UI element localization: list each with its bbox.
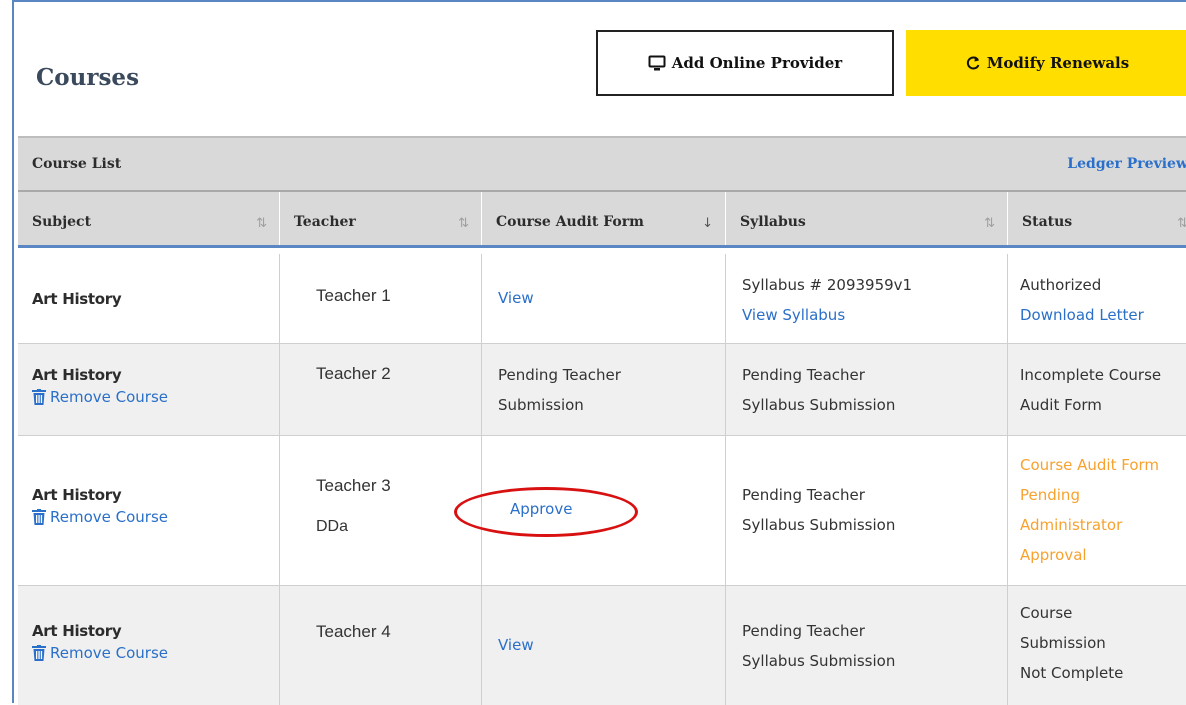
modify-renewals-label: Modify Renewals bbox=[986, 54, 1130, 72]
status-text-3: Administrator bbox=[1020, 516, 1123, 534]
course-list-toolbar: Course List Ledger Preview bbox=[18, 136, 1186, 192]
column-header-label: Status bbox=[1022, 214, 1073, 230]
view-syllabus-link[interactable]: View Syllabus bbox=[742, 300, 1007, 330]
status-text: Incomplete Course bbox=[1020, 366, 1162, 384]
teacher-name: Teacher 3 bbox=[316, 476, 391, 495]
refresh-icon bbox=[966, 56, 980, 70]
teacher-name: Teacher 1 bbox=[316, 286, 391, 305]
status-cell: Course Audit Form Pending Administrator … bbox=[1008, 436, 1186, 585]
remove-course-button[interactable]: Remove Course bbox=[32, 508, 279, 526]
table-row: Art History Remove Course Teacher 2 Pend… bbox=[18, 344, 1186, 436]
status-text-2: Pending bbox=[1020, 486, 1080, 504]
sort-icon[interactable]: ⇅ bbox=[256, 216, 267, 231]
trash-icon bbox=[32, 389, 46, 405]
sort-icon[interactable]: ⇅ bbox=[458, 216, 469, 231]
syllabus-status-2: Syllabus Submission bbox=[742, 516, 896, 534]
subject-text: Art History bbox=[32, 290, 122, 308]
syllabus-cell: Pending Teacher Syllabus Submission bbox=[726, 436, 1008, 585]
audit-cell: View bbox=[482, 254, 726, 343]
syllabus-number: Syllabus # 2093959v1 bbox=[742, 276, 913, 294]
status-text-2: Audit Form bbox=[1020, 396, 1102, 414]
status-text-4: Approval bbox=[1020, 546, 1087, 564]
syllabus-status: Pending Teacher bbox=[742, 486, 865, 504]
audit-status: Pending Teacher bbox=[498, 366, 621, 384]
column-header-label: Syllabus bbox=[740, 214, 806, 230]
column-header-label: Subject bbox=[32, 214, 92, 230]
status-text-3: Not Complete bbox=[1020, 664, 1124, 682]
trash-icon bbox=[32, 509, 46, 525]
status-text: Course bbox=[1020, 604, 1073, 622]
syllabus-cell: Pending Teacher Syllabus Submission bbox=[726, 344, 1008, 435]
subject-cell: Art History Remove Course bbox=[18, 586, 280, 705]
syllabus-status-2: Syllabus Submission bbox=[742, 652, 896, 670]
sort-icon[interactable]: ⇅ bbox=[984, 216, 995, 231]
syllabus-status: Pending Teacher bbox=[742, 366, 865, 384]
subject-cell: Art History bbox=[18, 254, 280, 343]
column-header-label: Teacher bbox=[294, 214, 356, 230]
teacher-cell: Teacher 3 DDa bbox=[280, 436, 482, 585]
syllabus-cell: Pending Teacher Syllabus Submission bbox=[726, 586, 1008, 705]
sort-ascending-icon[interactable]: ↓ bbox=[702, 216, 713, 231]
teacher-name: Teacher 2 bbox=[316, 364, 391, 383]
table-row: Art History Teacher 1 View Syllabus # 20… bbox=[18, 254, 1186, 344]
remove-course-label: Remove Course bbox=[50, 388, 169, 406]
teacher-note: DDa bbox=[316, 518, 349, 535]
table-row: Art History Remove Course Teacher 4 View… bbox=[18, 586, 1186, 705]
subject-cell: Art History Remove Course bbox=[18, 344, 280, 435]
status-cell: Course Submission Not Complete bbox=[1008, 586, 1186, 705]
teacher-cell: Teacher 2 bbox=[280, 344, 482, 435]
teacher-name: Teacher 4 bbox=[316, 622, 391, 641]
page-title: Courses bbox=[36, 64, 140, 91]
remove-course-label: Remove Course bbox=[50, 508, 169, 526]
column-header-label: Course Audit Form bbox=[496, 214, 644, 230]
subject-text: Art History bbox=[32, 366, 122, 384]
column-header-syllabus[interactable]: Syllabus ⇅ bbox=[726, 192, 1008, 245]
status-cell: Incomplete Course Audit Form bbox=[1008, 344, 1186, 435]
audit-cell: View bbox=[482, 586, 726, 705]
courses-panel: Courses Add Online Provider Modify Renew… bbox=[12, 0, 1186, 705]
ledger-preview-link[interactable]: Ledger Preview bbox=[1067, 156, 1186, 172]
status-text-2: Submission bbox=[1020, 634, 1106, 652]
teacher-cell: Teacher 4 bbox=[280, 586, 482, 705]
table-header: Subject ⇅ Teacher ⇅ Course Audit Form ↓ … bbox=[18, 192, 1186, 248]
remove-course-button[interactable]: Remove Course bbox=[32, 388, 279, 406]
column-header-course-audit-form[interactable]: Course Audit Form ↓ bbox=[482, 192, 726, 245]
syllabus-status-2: Syllabus Submission bbox=[742, 396, 896, 414]
remove-course-button[interactable]: Remove Course bbox=[32, 644, 279, 662]
teacher-cell: Teacher 1 bbox=[280, 254, 482, 343]
status-cell: Authorized Download Letter bbox=[1008, 254, 1186, 343]
trash-icon bbox=[32, 645, 46, 661]
audit-cell: Pending Teacher Submission bbox=[482, 344, 726, 435]
column-header-teacher[interactable]: Teacher ⇅ bbox=[280, 192, 482, 245]
remove-course-label: Remove Course bbox=[50, 644, 169, 662]
view-audit-link[interactable]: View bbox=[498, 289, 534, 307]
syllabus-cell: Syllabus # 2093959v1 View Syllabus bbox=[726, 254, 1008, 343]
modify-renewals-button[interactable]: Modify Renewals bbox=[906, 30, 1186, 96]
syllabus-status: Pending Teacher bbox=[742, 622, 865, 640]
status-text: Authorized bbox=[1020, 276, 1102, 294]
approve-highlight-annotation bbox=[454, 487, 638, 537]
sort-icon[interactable]: ⇅ bbox=[1177, 216, 1186, 231]
subject-text: Art History bbox=[32, 622, 122, 640]
monitor-icon bbox=[648, 55, 666, 70]
subject-text: Art History bbox=[32, 486, 122, 504]
add-online-provider-button[interactable]: Add Online Provider bbox=[596, 30, 894, 96]
add-online-provider-label: Add Online Provider bbox=[671, 54, 843, 72]
download-letter-link[interactable]: Download Letter bbox=[1020, 300, 1186, 330]
course-list-label: Course List bbox=[32, 156, 122, 172]
subject-cell: Art History Remove Course bbox=[18, 436, 280, 585]
column-header-subject[interactable]: Subject ⇅ bbox=[18, 192, 280, 245]
status-text: Course Audit Form bbox=[1020, 456, 1160, 474]
view-audit-link[interactable]: View bbox=[498, 636, 534, 654]
audit-status-2: Submission bbox=[498, 396, 584, 414]
column-header-status[interactable]: Status ⇅ bbox=[1008, 192, 1186, 245]
